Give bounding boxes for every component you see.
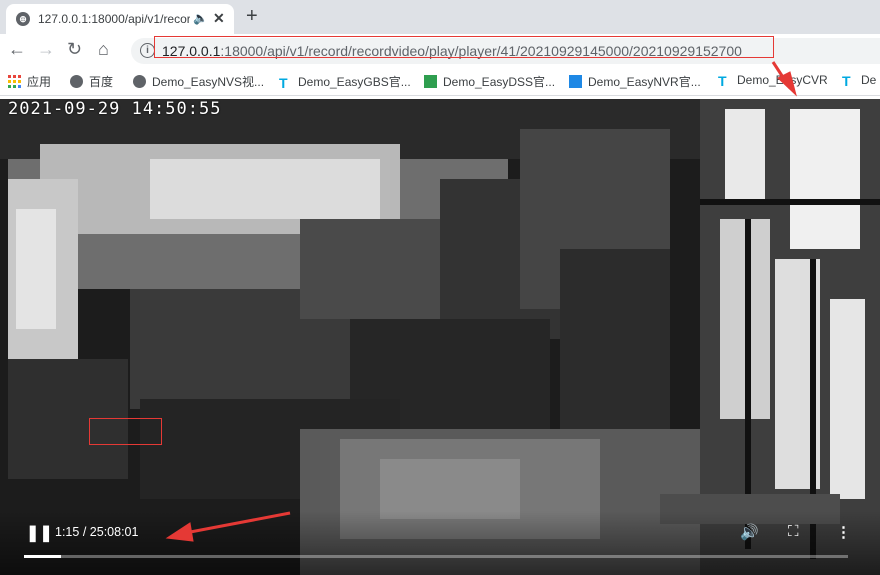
annotation-arrows bbox=[165, 61, 797, 542]
url-arrow bbox=[771, 61, 797, 97]
duration-arrow bbox=[165, 511, 291, 542]
